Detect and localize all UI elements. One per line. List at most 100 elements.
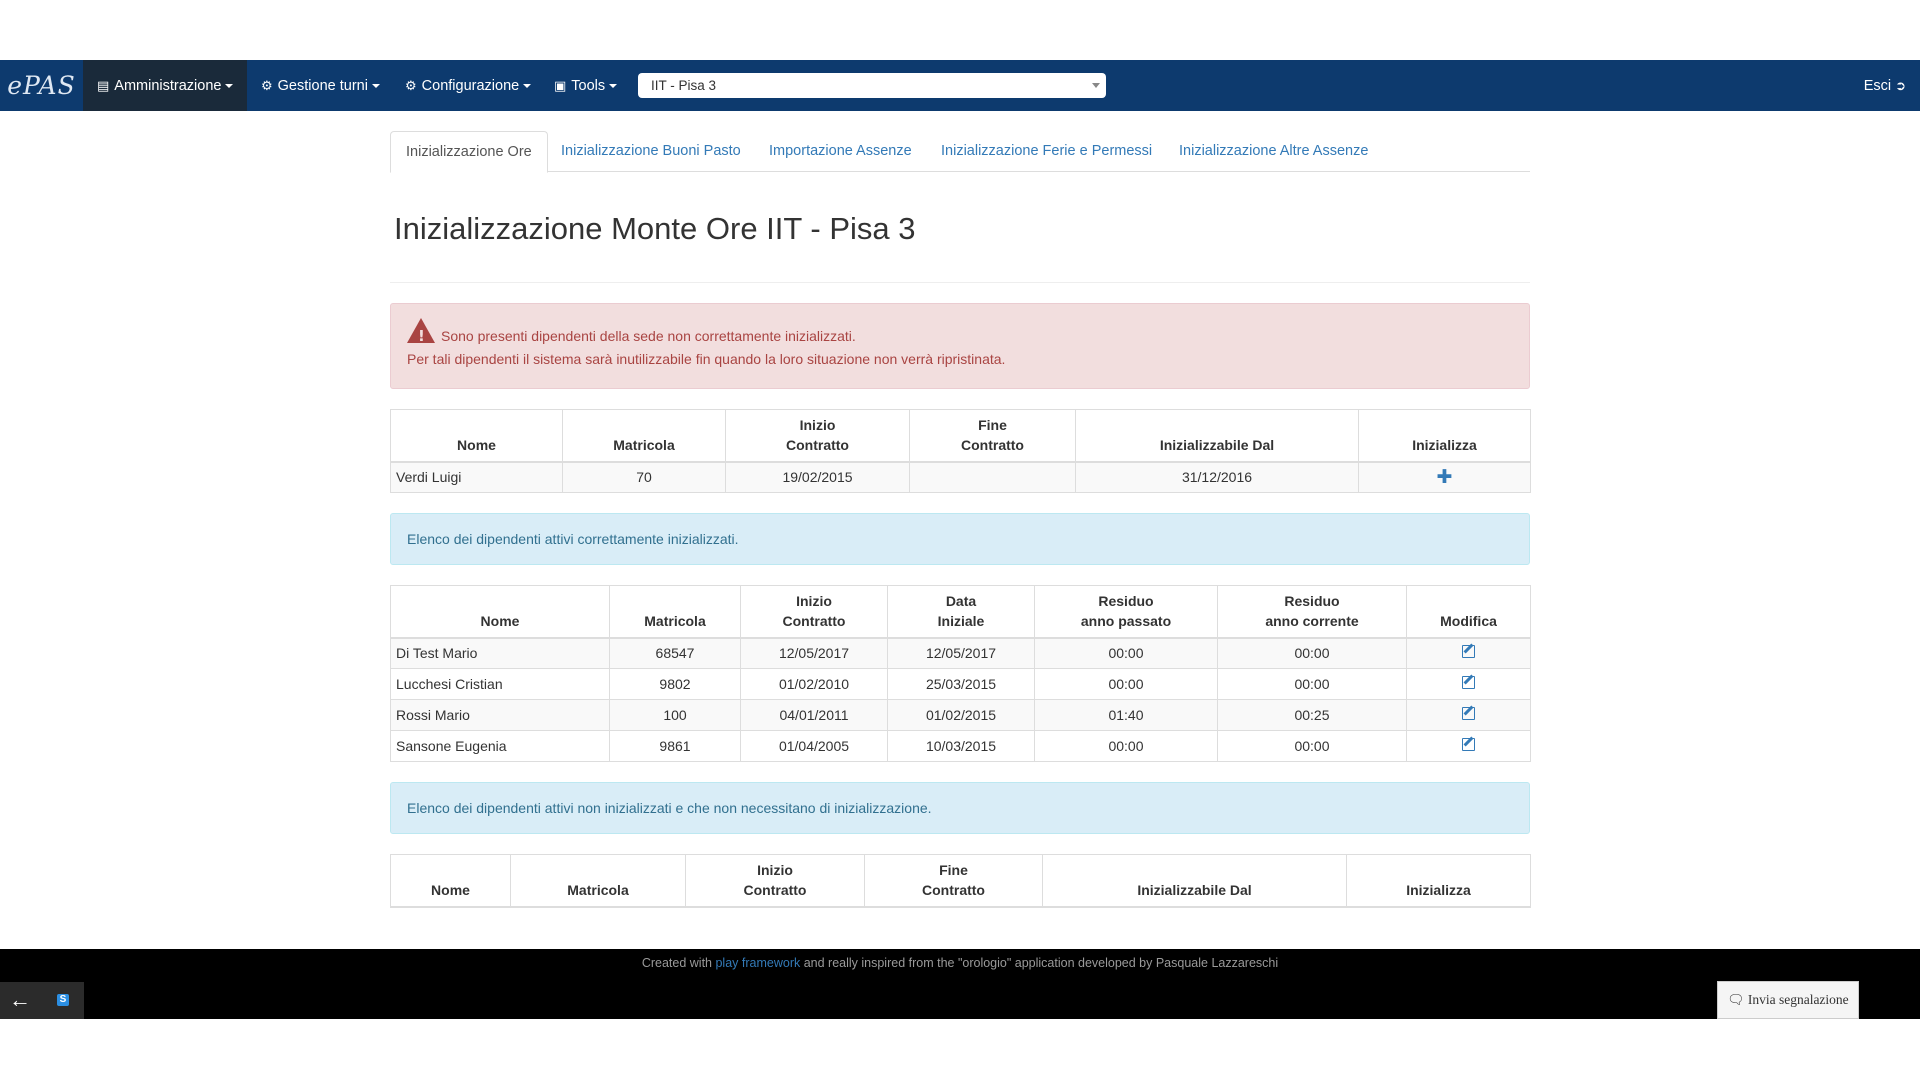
briefcase-icon: ▣ [554, 77, 567, 93]
col-header-inizio-contratto: Inizio Contratto [740, 585, 888, 639]
menu-label: Tools [571, 77, 606, 94]
title-divider [390, 282, 1530, 283]
menu-amministrazione[interactable]: ▤ Amministrazione [83, 60, 248, 111]
cell-residuo-passato: 00:00 [1034, 637, 1218, 669]
edit-icon[interactable] [1462, 738, 1475, 751]
caret-down-icon [225, 83, 234, 88]
cell-inizio: 01/02/2010 [740, 668, 888, 700]
plus-icon[interactable]: ✚ [1437, 467, 1453, 488]
tab-inizializzazione-ore[interactable]: Inizializzazione Ore [390, 131, 548, 173]
back-arrow-icon[interactable]: ← [8, 987, 32, 1013]
cell-matricola: 9802 [609, 668, 741, 700]
cell-residuo-corrente: 00:25 [1217, 699, 1407, 731]
cell-modifica [1406, 730, 1531, 762]
col-header-nome: Nome [390, 854, 511, 908]
taskbar: ← S [0, 982, 84, 1019]
caret-down-icon [523, 83, 532, 88]
col-header-inizio-contratto: Inizio Contratto [685, 854, 865, 908]
edit-icon[interactable] [1462, 645, 1475, 659]
app-shortcut-icon[interactable]: S [57, 994, 69, 1006]
cell-residuo-passato: 00:00 [1034, 730, 1218, 762]
bar-chart-icon: ▤ [97, 77, 110, 93]
cell-modifica [1406, 699, 1531, 731]
menu-label: Gestione turni [277, 77, 368, 94]
cell-residuo-corrente: 00:00 [1217, 637, 1407, 669]
edit-icon[interactable] [1462, 676, 1475, 689]
cell-inizio: 19/02/2015 [725, 461, 910, 493]
menu-label: Amministrazione [114, 77, 222, 94]
info-initialized: Elenco dei dipendenti attivi correttamen… [390, 513, 1530, 565]
tab-inizializzazione-ferie-permessi[interactable]: Inizializzazione Ferie e Permessi [925, 131, 1168, 172]
cell-nome: Lucchesi Cristian [390, 668, 610, 700]
page-title: Inizializzazione Monte Ore IIT - Pisa 3 [394, 211, 916, 246]
cell-nome: Verdi Luigi [390, 461, 563, 493]
cell-inizializzabile-dal: 31/12/2016 [1075, 461, 1359, 493]
table-initialized: Nome Matricola Inizio Contratto Data Inizi… [390, 585, 1531, 762]
col-header-matricola: Matricola [562, 409, 726, 463]
col-header-inizializzabile-dal: Inizializzabile Dal [1042, 854, 1347, 908]
col-header-nome: Nome [390, 585, 610, 639]
edit-icon[interactable] [1462, 707, 1475, 720]
cell-data-iniziale: 01/02/2015 [887, 699, 1035, 731]
page-footer: Created with play framework and really i… [0, 949, 1920, 1019]
send-report-button[interactable]: 🗨 Invia segnalazione [1717, 981, 1859, 1019]
warning-icon [407, 318, 435, 348]
cell-data-iniziale: 12/05/2017 [887, 637, 1035, 669]
table-row: Rossi Mario 100 04/01/2011 01/02/2015 01… [390, 699, 1531, 731]
play-framework-link[interactable]: play framework [715, 956, 800, 970]
col-header-inizializza: Inizializza [1358, 409, 1531, 463]
cell-nome: Di Test Mario [390, 637, 610, 669]
cell-modifica [1406, 637, 1531, 669]
col-header-matricola: Matricola [609, 585, 741, 639]
alert-line-1: Sono presenti dipendenti della sede non … [407, 318, 1513, 348]
cell-matricola: 9861 [609, 730, 741, 762]
logout-label: Esci [1863, 77, 1892, 94]
top-navbar: ePAS ▤ Amministrazione ⚙ Gestione turni … [0, 60, 1920, 111]
alert-text-1: Sono presenti dipendenti della sede non … [441, 328, 856, 344]
col-header-inizio-contratto: Inizio Contratto [725, 409, 910, 463]
cell-inizio: 04/01/2011 [740, 699, 888, 731]
cell-data-iniziale: 25/03/2015 [887, 668, 1035, 700]
logout-link[interactable]: Esci ➲ [1864, 60, 1906, 111]
info-not-needed: Elenco dei dipendenti attivi non inizial… [390, 782, 1530, 834]
section-tabs: Inizializzazione Ore Inizializzazione Bu… [390, 131, 1530, 173]
table-row: Verdi Luigi 70 19/02/2015 31/12/2016 ✚ [390, 461, 1531, 493]
col-header-nome: Nome [390, 409, 563, 463]
caret-down-icon [371, 83, 380, 88]
col-header-inizializzabile-dal: Inizializzabile Dal [1075, 409, 1359, 463]
table-not-needed: Nome Matricola Inizio Contratto Fine Contr… [390, 854, 1531, 908]
tab-inizializzazione-buoni-pasto[interactable]: Inizializzazione Buoni Pasto [545, 131, 757, 172]
col-header-fine-contratto: Fine Contratto [864, 854, 1043, 908]
cell-data-iniziale: 10/03/2015 [887, 730, 1035, 762]
col-header-fine-contratto: Fine Contratto [909, 409, 1076, 463]
cell-inizializza: ✚ [1358, 461, 1531, 493]
col-header-inizializza: Inizializza [1346, 854, 1531, 908]
app-logo[interactable]: ePAS [0, 60, 83, 111]
select-arrow-icon [1092, 83, 1100, 88]
table-row: Di Test Mario 68547 12/05/2017 12/05/201… [390, 637, 1531, 669]
caret-down-icon [609, 83, 618, 88]
menu-configurazione[interactable]: ⚙ Configurazione [391, 60, 545, 111]
cell-residuo-corrente: 00:00 [1217, 730, 1407, 762]
cell-matricola: 70 [562, 461, 726, 493]
tab-importazione-assenze[interactable]: Importazione Assenze [753, 131, 928, 172]
gear-icon: ⚙ [405, 77, 417, 93]
footer-credits: Created with play framework and really i… [641, 956, 1279, 970]
col-header-residuo-anno-passato: Residuo anno passato [1034, 585, 1218, 639]
cell-inizio: 01/04/2005 [740, 730, 888, 762]
menu-label: Configurazione [421, 77, 520, 94]
col-header-data-iniziale: Data Iniziale [887, 585, 1035, 639]
cell-fine [909, 461, 1076, 493]
cell-residuo-corrente: 00:00 [1217, 668, 1407, 700]
col-header-residuo-anno-corrente: Residuo anno corrente [1217, 585, 1407, 639]
cell-nome: Sansone Eugenia [390, 730, 610, 762]
tab-inizializzazione-altre-assenze[interactable]: Inizializzazione Altre Assenze [1163, 131, 1384, 172]
office-select[interactable]: IIT - Pisa 3 [638, 73, 1106, 98]
alert-text-2: Per tali dipendenti il sistema sarà inut… [407, 351, 1006, 367]
menu-gestione-turni[interactable]: ⚙ Gestione turni [247, 60, 394, 111]
col-header-modifica: Modifica [1406, 585, 1531, 639]
menu-tools[interactable]: ▣ Tools [540, 60, 631, 111]
cell-nome: Rossi Mario [390, 699, 610, 731]
comment-icon: 🗨 [1727, 992, 1745, 1007]
alert-not-initialized: Sono presenti dipendenti della sede non … [390, 303, 1530, 389]
